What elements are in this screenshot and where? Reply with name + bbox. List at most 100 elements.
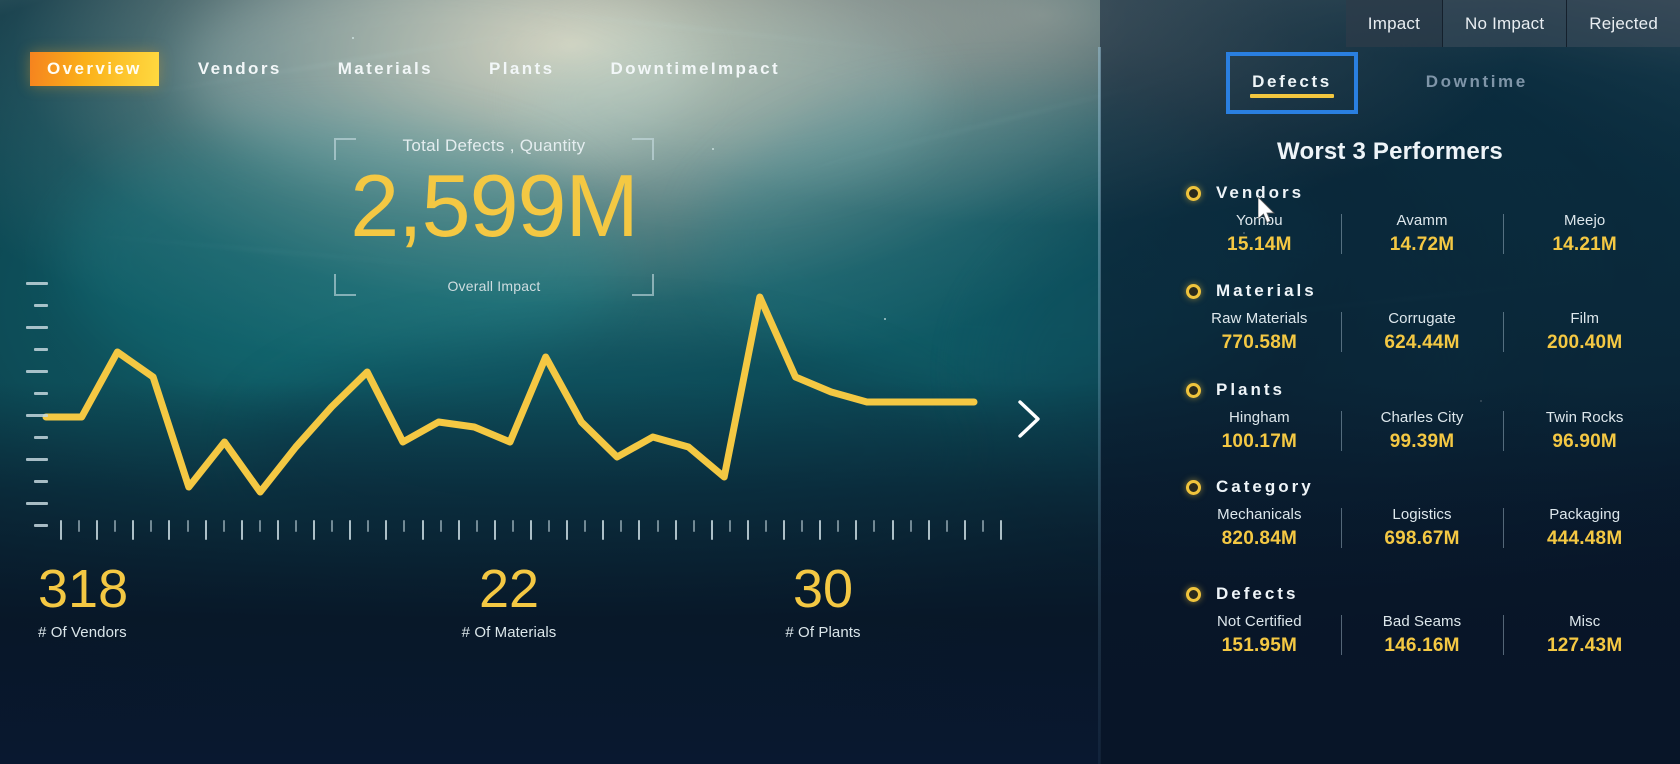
performer-cell[interactable]: Not Certified 151.95M: [1178, 613, 1341, 657]
total-defects-kpi-card: Total Defects , Quantity 2,599M Overall …: [334, 136, 654, 296]
x-axis-tick: [457, 520, 460, 540]
x-axis-tick: [258, 520, 261, 532]
bullet-ring-icon: [1186, 382, 1201, 398]
performer-cell[interactable]: Charles City 99.39M: [1340, 409, 1504, 453]
nav-tab-vendors[interactable]: Vendors: [181, 52, 299, 86]
group-title: Plants: [1216, 380, 1286, 399]
performer-cell[interactable]: Avamm 14.72M: [1340, 212, 1504, 256]
performer-name: Meejo: [1564, 212, 1606, 229]
panel-tab-defects-label: Defects: [1252, 72, 1332, 91]
x-axis-tick: [493, 520, 496, 540]
performer-cell[interactable]: Hingham 100.17M: [1178, 409, 1341, 453]
group-header: Defects: [1100, 584, 1680, 604]
group-header: Plants: [1100, 380, 1680, 400]
performer-cell[interactable]: Meejo 14.21M: [1503, 212, 1666, 256]
panel-tab-active-underline: [1250, 94, 1334, 98]
performer-value: 151.95M: [1221, 635, 1297, 656]
filter-button-rejected[interactable]: Rejected: [1566, 0, 1680, 47]
performer-group-vendors: Vendors Yombu 15.14M Avamm 14.72M Meejo …: [1100, 183, 1680, 256]
performer-name: Film: [1570, 310, 1600, 327]
nav-tab-plants-label: Plants: [489, 59, 555, 78]
x-axis-tick: [439, 520, 442, 532]
x-axis-tick: [728, 520, 731, 532]
performer-group-category: Category Mechanicals 820.84M Logistics 6…: [1100, 477, 1680, 550]
filter-button-impact[interactable]: Impact: [1345, 0, 1443, 47]
panel-tab-defects[interactable]: Defects: [1226, 52, 1358, 114]
panel-divider: [1098, 47, 1101, 764]
group-values-row: Hingham 100.17M Charles City 99.39M Twin…: [1100, 409, 1680, 453]
performer-cell[interactable]: Logistics 698.67M: [1340, 506, 1504, 550]
kpi-vendors-value: 318: [38, 559, 129, 619]
y-axis-tick: [26, 458, 48, 461]
performer-name: Misc: [1569, 613, 1601, 630]
group-values-row: Yombu 15.14M Avamm 14.72M Meejo 14.21M: [1100, 212, 1680, 256]
x-axis-tick: [114, 520, 117, 532]
performer-cell[interactable]: Misc 127.43M: [1503, 613, 1666, 657]
y-axis-tick: [26, 370, 48, 373]
performer-cell[interactable]: Twin Rocks 96.90M: [1503, 409, 1666, 453]
filter-button-no-impact[interactable]: No Impact: [1442, 0, 1567, 47]
x-axis-tick: [746, 520, 749, 540]
performer-name: Hingham: [1228, 409, 1290, 426]
x-axis-tick: [132, 520, 135, 540]
performer-value: 820.84M: [1221, 528, 1297, 549]
x-axis-tick: [1000, 520, 1002, 540]
x-axis-tick: [891, 520, 894, 540]
kpi-materials-count: 22 # Of Materials: [352, 559, 666, 672]
nav-tab-plants[interactable]: Plants: [472, 52, 571, 86]
nav-tab-overview[interactable]: Overview: [30, 52, 159, 86]
performer-cell[interactable]: Corrugate 624.44M: [1340, 310, 1504, 354]
x-axis-tick: [96, 520, 99, 540]
performer-cell[interactable]: Yombu 15.14M: [1178, 212, 1341, 256]
x-axis-tick: [168, 520, 171, 540]
performer-name: Packaging: [1549, 506, 1621, 523]
performer-group-defects: Defects Not Certified 151.95M Bad Seams …: [1100, 584, 1680, 657]
nav-tab-downtime-impact-label: DowntimeImpact: [610, 59, 781, 78]
performer-cell[interactable]: Mechanicals 820.84M: [1178, 506, 1341, 550]
y-axis-tick: [26, 326, 48, 329]
x-axis-tick: [548, 520, 551, 532]
x-axis-tick: [186, 520, 189, 532]
performer-name: Mechanicals: [1217, 506, 1302, 523]
group-title: Materials: [1216, 281, 1317, 300]
performer-cell[interactable]: Film 200.40M: [1503, 310, 1666, 354]
x-axis-tick: [584, 520, 587, 532]
chart-next-page-button[interactable]: [1012, 396, 1046, 442]
panel-tab-downtime[interactable]: Downtime: [1410, 62, 1544, 104]
performer-value: 14.72M: [1389, 234, 1455, 255]
group-title: Category: [1216, 477, 1314, 496]
nav-tab-materials[interactable]: Materials: [321, 52, 450, 86]
performer-name: Not Certified: [1217, 613, 1302, 630]
performer-group-plants: Plants Hingham 100.17M Charles City 99.3…: [1100, 380, 1680, 453]
performer-value: 200.40M: [1547, 332, 1623, 353]
performer-value: 770.58M: [1221, 332, 1297, 353]
performer-name: Raw Materials: [1211, 310, 1308, 327]
kpi-vendors-count: 318 # Of Vendors: [0, 559, 352, 672]
x-axis-tick: [620, 520, 623, 532]
performer-cell[interactable]: Bad Seams 146.16M: [1340, 613, 1504, 657]
performer-value: 96.90M: [1552, 431, 1617, 452]
x-axis-tick: [403, 520, 406, 532]
y-axis-tick: [34, 392, 48, 395]
y-axis-tick: [26, 502, 48, 505]
x-axis-tick: [222, 520, 225, 532]
y-axis-tick: [26, 414, 48, 417]
nav-tab-vendors-label: Vendors: [197, 59, 282, 78]
performer-cell[interactable]: Packaging 444.48M: [1503, 506, 1666, 550]
kpi-plants-value: 30: [792, 559, 854, 619]
kpi-materials-value: 22: [478, 559, 540, 619]
x-axis-tick: [313, 520, 316, 540]
y-axis-tick: [34, 436, 48, 439]
x-axis-tick: [656, 520, 659, 532]
panel-heading: Worst 3 Performers: [1277, 138, 1503, 165]
defects-trend-line-chart[interactable]: [0, 270, 1060, 550]
line-chart-svg: [42, 293, 978, 496]
x-axis-tick: [204, 520, 207, 540]
performer-cell[interactable]: Raw Materials 770.58M: [1178, 310, 1341, 354]
performer-value: 99.39M: [1389, 431, 1455, 452]
kpi-value: 2,599M: [350, 156, 639, 255]
performer-name: Twin Rocks: [1545, 409, 1624, 426]
nav-tab-downtime-impact[interactable]: DowntimeImpact: [593, 52, 797, 86]
performer-group-materials: Materials Raw Materials 770.58M Corrugat…: [1100, 281, 1680, 354]
x-axis-tick: [367, 520, 370, 532]
